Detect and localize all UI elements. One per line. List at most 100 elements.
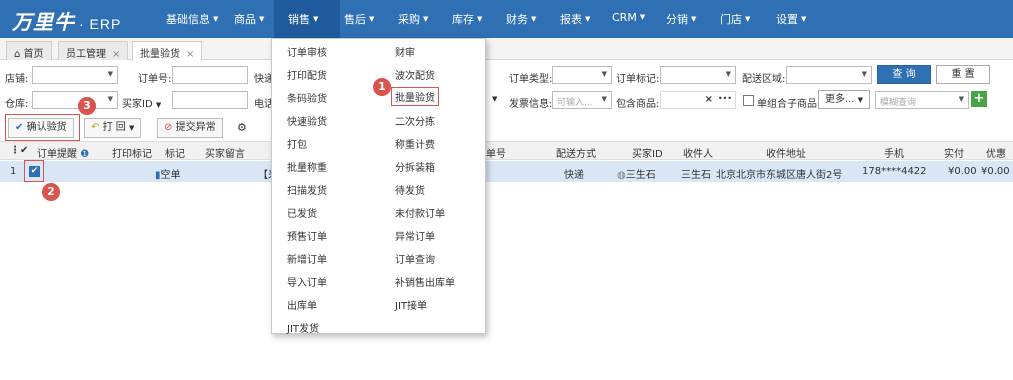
nav-settings[interactable]: 设置 ▼ [776,11,806,27]
table-row[interactable]: 1 ✔ ▮空单 【来 快递 ◍三生石 三生石 北京北京市东城区唐人街2号 178… [0,161,1013,182]
chevron-down-icon: ▼ [639,13,646,21]
contains-goods-input[interactable]: × ••• [660,91,736,109]
reset-button[interactable]: 重 置 [936,65,990,84]
nav-reports[interactable]: 报表 ▼ [560,11,590,27]
menu-item-jit-ship[interactable]: JIT发货 [287,320,319,335]
order-no-input[interactable] [172,66,248,84]
menu-item-pending-ship[interactable]: 待发货 [395,182,425,197]
more-filters-button[interactable]: 更多... ▼ [818,90,870,109]
menu-item-outbound-note[interactable]: 出库单 [287,297,317,312]
close-icon[interactable]: × [112,49,120,60]
invoice-info-select[interactable]: 可输入... ▼ [552,91,612,109]
tab-batch-inspection[interactable]: 批量验货 × [132,41,203,61]
chevron-down-icon: ▼ [601,70,607,78]
th-recipient[interactable]: 收件人 [683,145,713,160]
app-logo[interactable]: 万里牛 · ERP [12,6,121,35]
menu-item-jit-accept[interactable]: JIT接单 [395,297,427,312]
th-buyer-message[interactable]: 买家留言 [205,145,245,160]
nav-goods[interactable]: 商品 ▼ [234,11,264,27]
query-button[interactable]: 查 询 [877,65,931,84]
row-index: 1 [10,166,17,177]
submit-exception-button[interactable]: ⊘ 提交异常 [157,118,223,138]
nav-purchase[interactable]: 采购 ▼ [398,11,428,27]
clear-icon[interactable]: × [705,94,713,105]
fuzzy-search-select[interactable]: 模糊查询 ▼ [875,91,969,109]
nav-basic-info[interactable]: 基础信息 ▼ [166,11,218,27]
buyer-id-input[interactable] [172,91,248,109]
chevron-down-icon: ▼ [107,95,113,103]
menu-item-wave-picking[interactable]: 波次配货 [395,67,435,82]
menu-item-batch-inspection[interactable]: 批量验货 [391,87,439,106]
row-address: 北京北京市东城区唐人街2号 [716,170,843,181]
th-buyer-id[interactable]: 买家ID [632,145,663,160]
delivery-area-label: 配送区域: [742,74,786,85]
nav-stores[interactable]: 门店 ▼ [720,11,750,27]
menu-item-pack[interactable]: 打包 [287,136,307,151]
menu-item-new-order[interactable]: 新增订单 [287,251,327,266]
chevron-down-icon: ▼ [259,15,265,23]
order-mark-select[interactable]: ▼ [660,66,736,84]
menu-item-scan-ship[interactable]: 扫描发货 [287,182,327,197]
confirm-button-highlight-box [5,114,80,141]
chevron-down-icon: ▼ [369,15,375,23]
add-filter-button[interactable]: + [971,91,987,107]
menu-item-second-sort[interactable]: 二次分拣 [395,113,435,128]
menu-item-weight-billing[interactable]: 称重计费 [395,136,435,151]
nav-after-sales[interactable]: 售后 ▼ [344,11,374,27]
invoice-info-label: 发票信息: [509,99,553,110]
nav-distribution[interactable]: 分销 ▼ [666,11,696,27]
column-menu-icon[interactable]: ⋮ [10,145,20,156]
tab-staff-management[interactable]: 员工管理 × [58,41,129,60]
th-paid[interactable]: 实付 [944,145,964,160]
menu-item-barcode-inspection[interactable]: 条码验货 [287,90,327,105]
th-discount[interactable]: 优惠 [986,145,1006,160]
menu-item-order-review[interactable]: 订单审核 [287,44,327,59]
chevron-down-icon: ▼ [857,96,864,104]
menu-item-quick-inspection[interactable]: 快速验货 [287,113,327,128]
order-type-label: 订单类型: [509,74,553,85]
tab-home[interactable]: ⌂ 首页 [6,41,52,60]
order-no-label: 订单号: [138,74,172,85]
checkbox-highlight-box [24,160,44,182]
warehouse-select[interactable]: ▼ [32,91,118,109]
th-address[interactable]: 收件地址 [766,145,806,160]
menu-item-unpaid-orders[interactable]: 未付款订单 [395,205,445,220]
wangwang-icon: ◍ [617,170,626,181]
nav-finance[interactable]: 财务 ▼ [506,11,536,27]
store-select[interactable]: ▼ [32,66,118,84]
more-icon[interactable]: ••• [718,94,732,103]
menu-item-print-picking[interactable]: 打印配货 [287,67,327,82]
th-mark[interactable]: 标记 [165,145,185,160]
row-delivery: 快递 [564,170,584,181]
menu-item-split-box[interactable]: 分拆装箱 [395,159,435,174]
menu-item-shipped[interactable]: 已发货 [287,205,317,220]
th-order-reminder[interactable]: 订单提醒 ❶ [37,145,89,160]
nav-inventory[interactable]: 库存 ▼ [452,11,482,27]
close-icon[interactable]: × [186,49,194,60]
combo-checkbox[interactable] [743,95,754,106]
step-badge-3: 3 [78,97,96,115]
menu-item-order-query[interactable]: 订单查询 [395,251,435,266]
menu-item-finance-review[interactable]: 财审 [395,44,415,59]
th-tracking-no[interactable]: 单号 [486,145,506,160]
th-phone[interactable]: 手机 [884,145,904,160]
chevron-down-icon[interactable]: ▼ [492,95,497,103]
return-button[interactable]: ↶ 打 回 ▼ [84,118,142,138]
th-print-mark[interactable]: 打印标记 [112,145,152,160]
menu-item-import-orders[interactable]: 导入订单 [287,274,327,289]
chevron-down-icon: ▼ [585,15,591,23]
order-type-select[interactable]: ▼ [552,66,612,84]
delivery-area-select[interactable]: ▼ [786,66,872,84]
nav-sales[interactable]: 销售 ▼ [288,11,318,27]
menu-item-supplement-outbound[interactable]: 补销售出库单 [395,274,455,289]
nav-crm[interactable]: CRM ▼ [612,11,645,24]
th-delivery-method[interactable]: 配送方式 [556,145,596,160]
contains-goods-label: 包含商品: [616,99,660,110]
menu-item-batch-weigh[interactable]: 批量称重 [287,159,327,174]
menu-item-exception-orders[interactable]: 异常订单 [395,228,435,243]
menu-item-presale-orders[interactable]: 预售订单 [287,228,327,243]
gear-icon[interactable]: ⚙ [237,121,247,134]
chevron-down-icon: ▼ [691,15,697,23]
select-all-check-icon[interactable]: ✔ [20,145,28,156]
buyer-id-label[interactable]: 买家ID ▼ [122,95,161,110]
